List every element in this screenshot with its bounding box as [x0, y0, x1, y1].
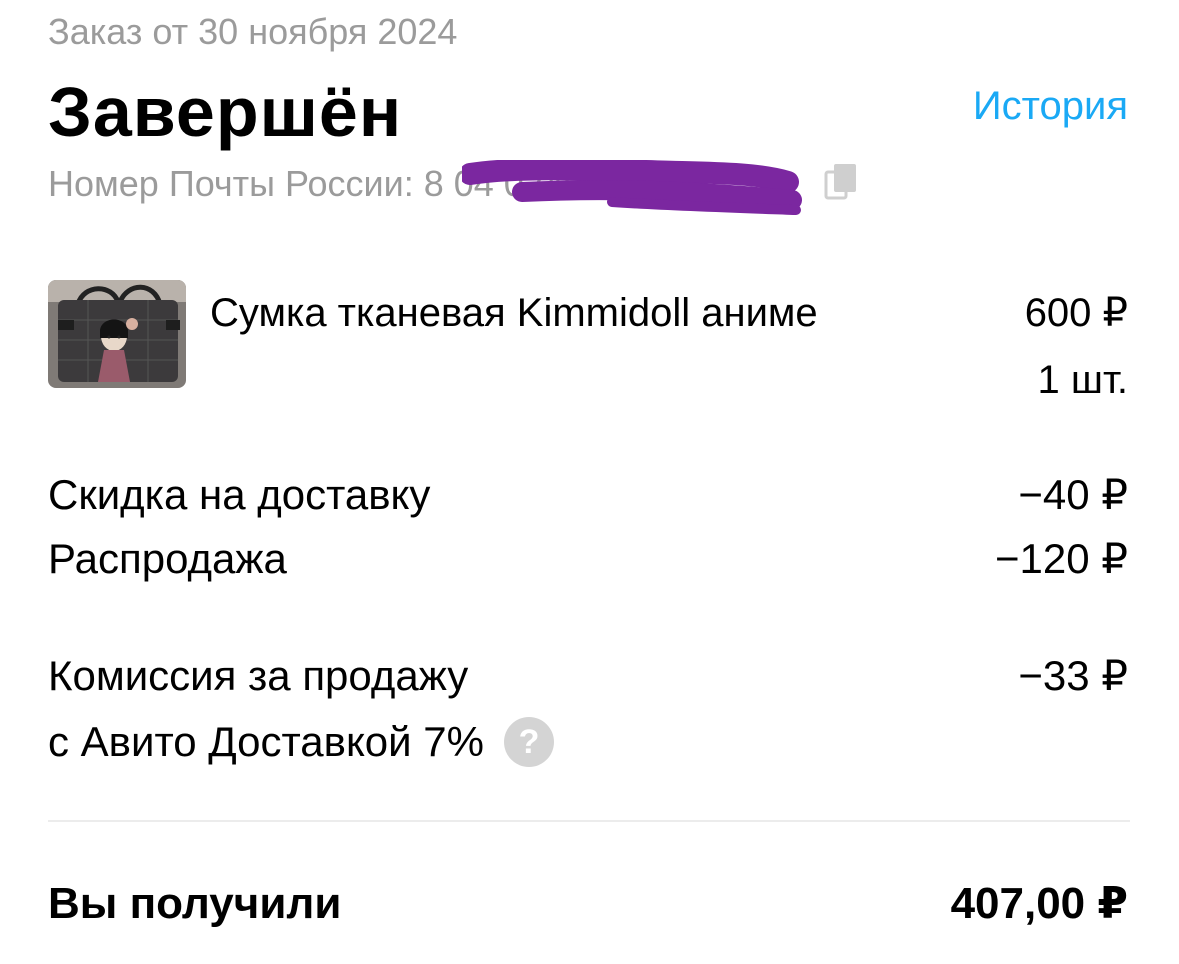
commission-label-line1: Комиссия за продажу [48, 652, 469, 699]
total-label: Вы получили [48, 879, 342, 928]
product-quantity: 1 шт. [1037, 358, 1128, 402]
delivery-discount-value: −40 ₽ [1018, 471, 1128, 518]
history-link[interactable]: История [973, 82, 1128, 130]
commission-label-line2: с Авито Доставкой 7% [48, 718, 484, 765]
tracking-number: 8 04 02407 [423, 163, 604, 204]
order-date: Заказ от 30 ноября 2024 [48, 11, 458, 52]
commission-line2-row: с Авито Доставкой 7% ? [48, 716, 554, 768]
sale-value: −120 ₽ [995, 535, 1128, 582]
product-price: 600 ₽ [1024, 291, 1128, 335]
order-status-title: Завершён [48, 73, 403, 151]
commission-value: −33 ₽ [1018, 652, 1128, 699]
product-title[interactable]: Сумка тканевая Kimmidoll аниме [210, 288, 818, 338]
sale-label: Распродажа [48, 535, 287, 582]
tracking-row: Номер Почты России: 8 04 02407 [48, 160, 604, 208]
question-icon[interactable]: ? [504, 717, 554, 767]
product-image[interactable] [48, 280, 186, 388]
divider [48, 820, 1130, 822]
tracking-label: Номер Почты России: [48, 163, 414, 204]
total-value: 407,00 ₽ [950, 879, 1128, 928]
delivery-discount-label: Скидка на доставку [48, 471, 431, 518]
copy-icon[interactable] [824, 160, 860, 204]
